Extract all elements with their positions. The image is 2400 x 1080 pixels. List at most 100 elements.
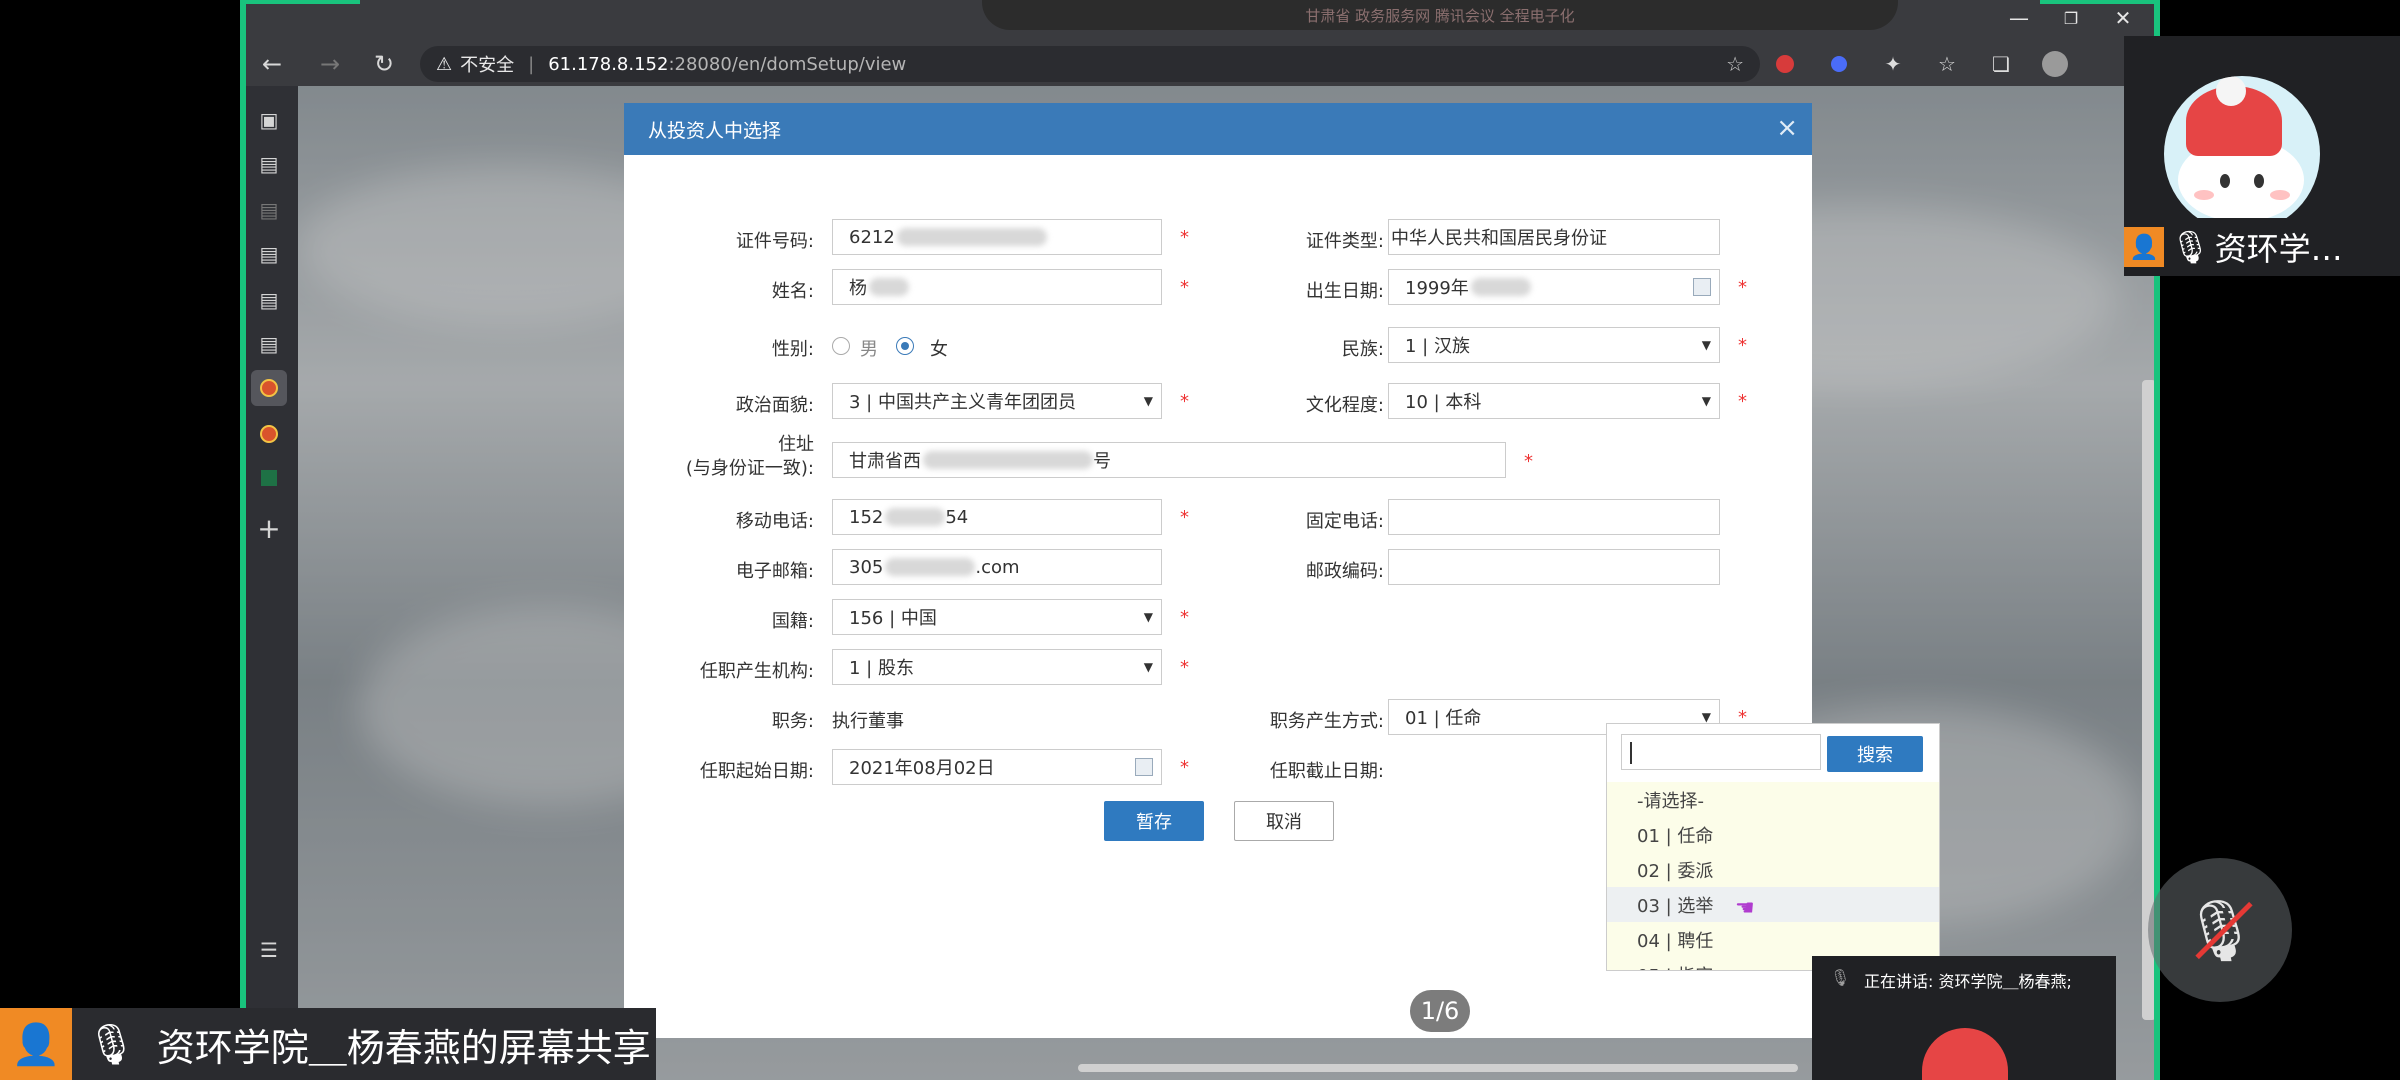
extension-blue-icon[interactable] bbox=[1822, 48, 1856, 80]
vertical-tab-sheet-icon[interactable] bbox=[251, 460, 287, 496]
email-field[interactable]: 305 .com bbox=[832, 549, 1162, 585]
name-label: 姓名: bbox=[771, 281, 814, 302]
appoint-org-select[interactable]: 1 | 股东 ▼ bbox=[832, 649, 1162, 685]
cancel-button[interactable]: 取消 bbox=[1234, 801, 1334, 841]
ethnicity-select[interactable]: 1 | 汉族 ▼ bbox=[1388, 327, 1720, 363]
dropdown-option[interactable]: 04 | 聘任 bbox=[1607, 922, 1939, 957]
ethnicity-value: 1 | 汉族 bbox=[1405, 336, 1470, 357]
gender-label: 性别: bbox=[771, 339, 814, 360]
forward-button[interactable]: → bbox=[308, 44, 352, 84]
speaker-avatar-thumbnail bbox=[1922, 1028, 2008, 1080]
required-mark: * bbox=[1738, 391, 1747, 412]
start-date-field[interactable]: 2021年08月02日 bbox=[832, 749, 1162, 785]
extensions-puzzle-icon[interactable]: ✦ bbox=[1876, 48, 1910, 80]
profile-icon[interactable] bbox=[2038, 48, 2072, 80]
vertical-tab-page-icon[interactable]: ▤ bbox=[251, 236, 287, 272]
address-bar[interactable]: ⚠ 不安全 | 61.178.8.152 :28080/en/domSetup/… bbox=[420, 46, 1760, 82]
gender-female-label: 女 bbox=[930, 339, 948, 360]
dropdown-option[interactable]: 01 | 任命 bbox=[1607, 817, 1939, 852]
sidebar-list-icon[interactable]: ☰ bbox=[251, 932, 287, 968]
minimize-button[interactable]: — bbox=[1994, 6, 2044, 30]
address-value-start: 甘肃省西 bbox=[849, 451, 921, 472]
phone-label: 固定电话: bbox=[1305, 511, 1384, 532]
id-number-field[interactable]: 6212 bbox=[832, 219, 1162, 255]
calendar-icon[interactable] bbox=[1135, 758, 1153, 776]
email-label: 电子邮箱: bbox=[735, 561, 814, 582]
speaking-indicator: 🎙 正在讲话: 资环学院＿杨春燕; bbox=[1812, 956, 2116, 1080]
back-button[interactable]: ← bbox=[250, 44, 294, 84]
address-label: 住址 (与身份证一致): bbox=[664, 433, 814, 481]
dropdown-option[interactable]: 02 | 委派 bbox=[1607, 852, 1939, 887]
nationality-select[interactable]: 156 | 中国 ▼ bbox=[832, 599, 1162, 635]
required-mark: * bbox=[1180, 607, 1189, 628]
favorites-icon[interactable]: ☆ bbox=[1930, 48, 1964, 80]
id-number-label: 证件号码: bbox=[735, 231, 814, 252]
new-tab-icon[interactable]: + bbox=[251, 510, 287, 546]
mobile-field[interactable]: 152 54 bbox=[832, 499, 1162, 535]
url-host: 61.178.8.152 bbox=[548, 53, 669, 75]
browser-toolbar: ← → ↻ ⚠ 不安全 | 61.178.8.152 :28080/en/dom… bbox=[240, 42, 2160, 86]
vertical-tab-page-icon[interactable]: ▤ bbox=[251, 326, 287, 362]
vertical-tab-page-icon[interactable]: ▤ bbox=[251, 282, 287, 318]
position-value: 执行董事 bbox=[832, 711, 904, 732]
redacted-mask bbox=[896, 228, 1047, 246]
calendar-icon[interactable] bbox=[1693, 278, 1711, 296]
start-date-value: 2021年08月02日 bbox=[849, 758, 995, 779]
extension-red-icon[interactable] bbox=[1768, 48, 1802, 80]
close-window-button[interactable]: ✕ bbox=[2098, 6, 2148, 30]
speaking-text: 正在讲话: 资环学院＿杨春燕; bbox=[1864, 972, 2072, 991]
position-label: 职务: bbox=[771, 711, 814, 732]
chevron-down-icon: ▼ bbox=[1701, 338, 1711, 352]
position-method-dropdown: 搜索 -请选择- 01 | 任命 02 | 委派 03 | 选举 04 | 聘任… bbox=[1606, 723, 1940, 971]
microphone-icon: 🎙 bbox=[86, 1021, 137, 1068]
vertical-tab-page-icon[interactable]: ▤ bbox=[251, 192, 287, 228]
tab-actions-icon[interactable]: ▣ bbox=[251, 102, 287, 138]
favorite-star-icon[interactable]: ☆ bbox=[1726, 52, 1744, 76]
start-date-label: 任职起始日期: bbox=[699, 761, 814, 782]
save-draft-button[interactable]: 暂存 bbox=[1104, 801, 1204, 841]
self-video-tile[interactable]: 👤 🎙 资环学… bbox=[2124, 36, 2400, 276]
horizontal-scrollbar[interactable] bbox=[1078, 1064, 1798, 1072]
name-field[interactable]: 杨 bbox=[832, 269, 1162, 305]
address-label-line2: (与身份证一致): bbox=[685, 458, 814, 479]
dialog-close-icon[interactable]: × bbox=[1776, 115, 1798, 141]
redacted-mask bbox=[885, 508, 946, 526]
political-status-label: 政治面貌: bbox=[735, 395, 814, 416]
nationality-label: 国籍: bbox=[771, 611, 814, 632]
vertical-tab-emblem-icon[interactable] bbox=[251, 416, 287, 452]
avatar bbox=[2164, 76, 2320, 232]
email-value-start: 305 bbox=[849, 556, 884, 578]
required-mark: * bbox=[1180, 277, 1189, 298]
dropdown-option-list: -请选择- 01 | 任命 02 | 委派 03 | 选举 04 | 聘任 05… bbox=[1607, 782, 1939, 970]
dropdown-search-input[interactable] bbox=[1621, 734, 1821, 770]
mobile-value-start: 152 bbox=[849, 506, 884, 528]
person-icon: 👤 bbox=[2124, 227, 2164, 267]
dropdown-option[interactable]: -请选择- bbox=[1607, 782, 1939, 817]
dropdown-search-button[interactable]: 搜索 bbox=[1827, 736, 1923, 772]
share-border-top bbox=[2040, 0, 2160, 4]
collections-icon[interactable]: ❏ bbox=[1984, 48, 2018, 80]
id-number-value: 6212 bbox=[849, 226, 895, 248]
maximize-button[interactable]: ❐ bbox=[2046, 9, 2096, 28]
birth-date-field[interactable]: 1999年 bbox=[1388, 269, 1720, 305]
chevron-down-icon: ▼ bbox=[1143, 660, 1153, 674]
postcode-field[interactable] bbox=[1388, 549, 1720, 585]
security-label: 不安全 bbox=[460, 55, 515, 76]
id-type-field[interactable]: 中华人民共和国居民身份证 bbox=[1388, 219, 1720, 255]
vertical-tab-emblem-icon[interactable] bbox=[251, 370, 287, 406]
mute-toggle-button[interactable]: 🎙 bbox=[2148, 858, 2292, 1002]
address-field[interactable]: 甘肃省西 号 bbox=[832, 442, 1506, 478]
meeting-notch: 甘肃省 政务服务网 腾讯会议 全程电子化 bbox=[982, 0, 1898, 30]
reload-button[interactable]: ↻ bbox=[362, 44, 406, 84]
position-method-label: 职务产生方式: bbox=[1269, 711, 1384, 732]
appoint-org-label: 任职产生机构: bbox=[699, 661, 814, 682]
phone-field[interactable] bbox=[1388, 499, 1720, 535]
political-status-select[interactable]: 3 | 中国共产主义青年团团员 ▼ bbox=[832, 383, 1162, 419]
dialog-title: 从投资人中选择 bbox=[648, 119, 782, 142]
education-select[interactable]: 10 | 本科 ▼ bbox=[1388, 383, 1720, 419]
gender-male-radio[interactable] bbox=[832, 337, 850, 355]
redacted-mask bbox=[869, 278, 909, 296]
vertical-tab-page-icon[interactable]: ▤ bbox=[251, 146, 287, 182]
gender-female-radio[interactable] bbox=[896, 337, 914, 355]
dropdown-option-hovered[interactable]: 03 | 选举 bbox=[1607, 887, 1939, 922]
